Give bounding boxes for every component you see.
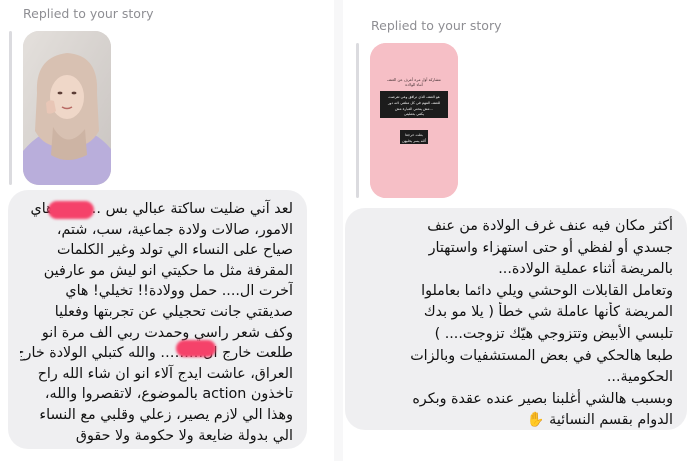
story-photo-illustration [23,31,111,185]
replied-to-story-label: Replied to your story [23,6,154,21]
message-bubble[interactable]: لعد آني ضليت ساكتة عبالي بس ……… هاي الام… [8,190,307,449]
message-line: الدوام بقسم النسائية ✋ [359,410,673,432]
raised-hand-icon: ✋ [526,412,545,429]
message-bubble[interactable]: أكثر مكان فيه عنف غرف الولادة من عنف جسد… [345,208,687,430]
svg-text:بعلت حرجعا: بعلت حرجعا [405,133,423,137]
message-line: صياح على النساء الي تولد وغير الكلمات [56,242,293,259]
reply-indicator-bar [356,43,359,198]
message-line: تاخذون action بالموضوع، لاتقصروا والله، [44,386,293,403]
svg-text:هو العنف الذي ترافق وهي تعرضت: هو العنف الذي ترافق وهي تعرضت [388,95,440,99]
message-line: وكف شعر راسي وحمدت ربي الف مرة انو [41,324,293,341]
svg-text:للعنف المهم في كل متلقي لانه د: للعنف المهم في كل متلقي لانه دور [387,101,440,105]
reply-indicator-bar [9,31,12,185]
svg-text:يكفي بعمليتي: يكفي بعمليتي [404,112,424,116]
message-line: طبعا هالحكي في بعض المستشفيات وبالزات [410,347,673,364]
message-line: وتعامل القابلات الوحشي ويلي دائما بعاملو… [421,282,673,299]
message-line: وهذا الي لازم يصير، زعلي وقلبي مع النساء [39,406,293,423]
svg-text:ألله يسر يخليهن: ألله يسر يخليهن [402,138,426,143]
redaction-scribble [176,340,216,357]
message-line: وبسبب هالشي أغلبنا بصير عنده عقدة وبكره [412,390,673,407]
svg-text:أثناء الولادة: أثناء الولادة [405,82,422,87]
panel-divider [334,0,343,461]
story-text-card: مشاركة أول مرة أعرف عن العنف أثناء الولا… [370,43,458,198]
redaction-scribble [48,201,94,219]
conversation-left: Replied to your story لعد آني ضليت ساكتة… [0,0,334,461]
story-thumbnail[interactable]: مشاركة أول مرة أعرف عن العنف أثناء الولا… [370,43,458,198]
message-line-text: الدوام بقسم النسائية [549,412,673,429]
story-thumbnail[interactable] [23,31,111,185]
message-line: آخرت ال.... حمل وولادة!! تخيلي! هاي [65,283,293,300]
message-line: طلعت خارج ال……… والله كتبلي الولادة خارج [20,345,293,362]
message-line: الامور، صالات ولادة جماعية، سب، شتم، [56,221,293,238]
message-line: العراق، عاشت ايدج آلاء انو ان شاء الله ر… [37,365,293,382]
message-line: الي بدولة ضايعة ولا حكومة ولا حقوق [75,427,293,444]
message-line: جسدي أو لفظي أو حتى استهزاء واستهتار [428,239,673,256]
message-line: تلبسي الأبيض وتتزوجي هيّك تزوجت.... ) [434,325,673,342]
message-line: بالمريضة أثناء عملية الولادة... [498,261,673,278]
message-line: صديقتي جانت تحجيلي عن تجربتها وفعليا [54,303,293,320]
message-line: الحكومية... [606,369,673,386]
message-line: أكثر مكان فيه عنف غرف الولادة من عنف [427,218,673,234]
message-line: المقرفة مثل ما حكيتي انو ليش مو عارفين [43,262,293,279]
svg-text:مش ينحني العبارة مش...: مش ينحني العبارة مش... [395,107,433,111]
replied-to-story-label: Replied to your story [371,18,502,33]
message-line: المريضة كأنها عاملة شي خطأ ( يلا مو بدك [423,304,673,321]
